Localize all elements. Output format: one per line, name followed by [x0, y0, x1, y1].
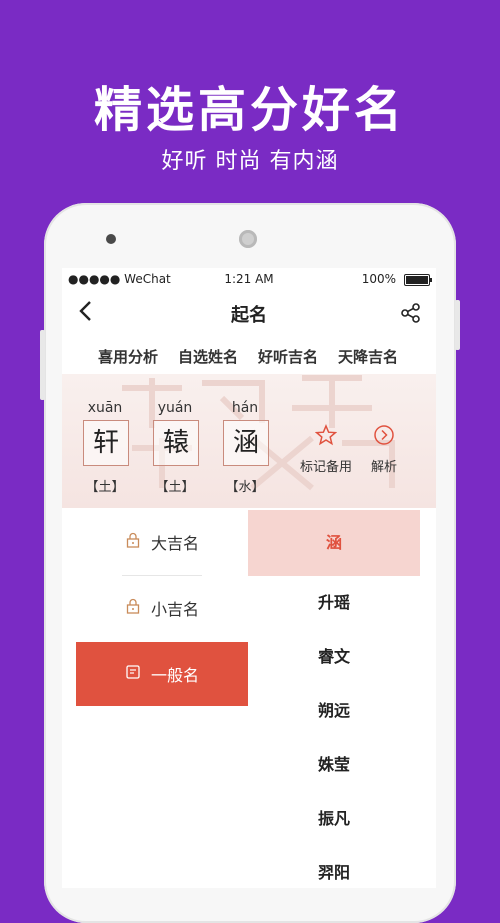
- category-label: 小吉名: [150, 600, 199, 619]
- name-item[interactable]: 羿阳: [248, 846, 420, 888]
- name-item[interactable]: 涵: [248, 510, 420, 576]
- chevron-right-circle-icon: [373, 425, 395, 450]
- phone-power-button: [455, 300, 460, 350]
- category-list: 大吉名 小吉名 一般名: [76, 508, 248, 888]
- promo-headline: 精选高分好名: [93, 82, 406, 138]
- lock-icon: [125, 532, 141, 552]
- category-label: 大吉名: [150, 534, 199, 553]
- page-title: 起名: [231, 305, 267, 326]
- battery-percent: 100%: [361, 272, 396, 286]
- tab-lucky-names[interactable]: 天降吉名: [338, 346, 398, 367]
- category-item-daji[interactable]: 大吉名: [76, 510, 248, 574]
- category-item-yiban[interactable]: 一般名: [76, 642, 248, 706]
- bookmark-label: 标记备用: [299, 460, 352, 475]
- name-char-box: 涵: [223, 420, 269, 466]
- share-icon[interactable]: [400, 302, 422, 328]
- promo-subline: 好听 时尚 有内涵: [161, 149, 339, 174]
- app-screen: ●●●●● WeChat 1:21 AM 100% 起名 喜用分析 自选姓名 好…: [62, 268, 436, 888]
- name-item[interactable]: 朔远: [248, 684, 420, 738]
- name-list: 涵 升瑶 睿文 朔远 姝莹 振凡 羿阳: [248, 508, 420, 888]
- pinyin-label: xuān: [87, 400, 123, 416]
- nav-bar: 起名: [62, 292, 436, 332]
- name-item[interactable]: 姝莹: [248, 738, 420, 792]
- name-hero-panel: xuān 轩 【土】 yuán 辕 【土】 hán 涵 【水】 标记备用 解析: [62, 374, 436, 508]
- tab-bar: 喜用分析 自选姓名 好听吉名 天降吉名: [62, 340, 436, 377]
- status-bar: ●●●●● WeChat 1:21 AM 100%: [62, 268, 436, 290]
- tab-pleasant-names[interactable]: 好听吉名: [258, 346, 318, 367]
- category-label: 一般名: [150, 666, 199, 685]
- name-item[interactable]: 振凡: [248, 792, 420, 846]
- name-item[interactable]: 睿文: [248, 630, 420, 684]
- phone-volume-button: [40, 330, 45, 400]
- pinyin-label: hán: [231, 400, 259, 416]
- lock-icon: [125, 598, 141, 618]
- element-label: 【水】: [225, 480, 265, 495]
- battery-icon: [404, 274, 432, 286]
- name-item[interactable]: 升瑶: [248, 576, 420, 630]
- category-item-xiaoji[interactable]: 小吉名: [76, 576, 248, 640]
- phone-speaker: [239, 230, 257, 248]
- bookmark-button[interactable]: 标记备用: [294, 424, 358, 475]
- pinyin-label: yuán: [157, 400, 193, 416]
- name-char-box: 轩: [83, 420, 129, 466]
- phone-camera: [106, 234, 116, 244]
- analysis-button[interactable]: 解析: [352, 424, 416, 475]
- name-char-box: 辕: [153, 420, 199, 466]
- analysis-label: 解析: [370, 460, 397, 475]
- star-icon: [314, 424, 338, 450]
- element-label: 【土】: [155, 480, 195, 495]
- note-icon: [125, 664, 141, 684]
- tab-custom-name[interactable]: 自选姓名: [173, 346, 243, 377]
- tab-xiyong-analysis[interactable]: 喜用分析: [98, 346, 158, 367]
- element-label: 【土】: [85, 480, 125, 495]
